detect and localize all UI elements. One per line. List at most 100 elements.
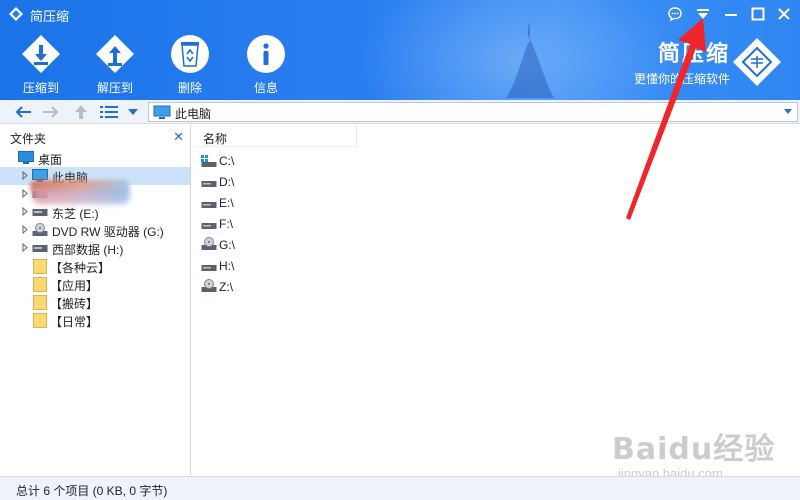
minimize-button[interactable] bbox=[718, 2, 744, 26]
menu-dropdown-button[interactable] bbox=[690, 2, 716, 26]
status-bar: 总计 6 个项目 (0 KB, 0 字节) bbox=[0, 476, 800, 500]
list-item-label: Z:\ bbox=[219, 280, 233, 294]
tree-item-label: 西部数据 (H:) bbox=[52, 243, 124, 257]
feedback-button[interactable] bbox=[662, 2, 688, 26]
watermark: Baidu经验 jingyan.baidu.com bbox=[612, 424, 775, 481]
delete-label: 删除 bbox=[177, 81, 202, 95]
close-button[interactable] bbox=[771, 2, 797, 26]
brand-logo-icon bbox=[733, 38, 781, 86]
tree-item-label: 桌面 bbox=[38, 153, 63, 167]
address-bar: 此电脑 bbox=[0, 100, 800, 124]
redacted-blur bbox=[32, 188, 130, 204]
tree-item-folder-work[interactable]: 【搬砖】 bbox=[0, 293, 190, 311]
list-item[interactable]: C:\ bbox=[195, 150, 395, 170]
list-item[interactable]: F:\ bbox=[195, 213, 395, 233]
tree-item-folder-cloud[interactable]: 【各种云】 bbox=[0, 257, 190, 275]
drive-icon bbox=[32, 209, 48, 216]
compress-to-button[interactable]: 压缩到 bbox=[13, 34, 69, 98]
maximize-button[interactable] bbox=[745, 2, 771, 26]
expand-arrow-icon[interactable] bbox=[22, 171, 28, 180]
tree-item-label: 【日常】 bbox=[50, 315, 99, 329]
forward-button[interactable] bbox=[40, 102, 62, 122]
up-arrow-icon bbox=[75, 105, 87, 119]
close-icon[interactable]: ✕ bbox=[173, 129, 184, 145]
list-item-label: C:\ bbox=[219, 154, 235, 168]
folder-panel-header: 文件夹 ✕ bbox=[0, 125, 190, 147]
forward-arrow-icon bbox=[43, 106, 59, 118]
info-button[interactable]: 信息 bbox=[238, 34, 294, 98]
recycle-bin-icon bbox=[171, 35, 209, 73]
list-item[interactable]: G:\ bbox=[195, 234, 395, 254]
file-list: 名称 C:\ D:\ E:\ F:\ G:\ H:\ Z:\ bbox=[195, 125, 800, 475]
tree-item-toshiba-e[interactable]: 东芝 (E:) bbox=[0, 203, 190, 221]
folder-panel: 文件夹 ✕ 桌面 此电脑 东芝 (E:) DVD RW 驱动器 (G:) 西部数… bbox=[0, 125, 191, 475]
compress-to-label: 压缩到 bbox=[22, 81, 59, 95]
watermark-main: Baidu经验 bbox=[612, 432, 776, 467]
list-item[interactable]: E:\ bbox=[195, 192, 395, 212]
computer-icon bbox=[153, 105, 171, 119]
tree-item-wd-h[interactable]: 西部数据 (H:) bbox=[0, 239, 190, 257]
feedback-icon bbox=[668, 7, 682, 22]
brand-slogan: 更懂你的压缩软件 bbox=[633, 72, 730, 86]
drive-icon bbox=[201, 265, 217, 271]
chevron-down-icon[interactable] bbox=[783, 108, 793, 115]
list-item[interactable]: Z:\ bbox=[195, 276, 395, 296]
list-item-label: F:\ bbox=[219, 217, 233, 231]
list-item-label: G:\ bbox=[219, 238, 236, 252]
compress-icon bbox=[22, 35, 60, 73]
tree-item-label: 【各种云】 bbox=[50, 261, 111, 275]
tree-item-dvd-g[interactable]: DVD RW 驱动器 (G:) bbox=[0, 221, 190, 239]
drive-icon bbox=[201, 202, 217, 208]
menu-dropdown-icon bbox=[697, 9, 709, 19]
drive-icon bbox=[201, 181, 217, 187]
list-item-label: E:\ bbox=[219, 196, 234, 210]
expand-arrow-icon[interactable] bbox=[22, 225, 28, 234]
view-mode-dropdown[interactable] bbox=[122, 102, 144, 122]
path-input[interactable]: 此电脑 bbox=[148, 102, 798, 122]
tree-item-label: 【搬砖】 bbox=[50, 297, 99, 311]
close-icon bbox=[778, 8, 790, 20]
folder-icon bbox=[33, 259, 47, 274]
minimize-icon bbox=[725, 14, 737, 16]
folder-icon bbox=[33, 277, 47, 292]
column-header-label: 名称 bbox=[203, 132, 228, 146]
tree-item-folder-daily[interactable]: 【日常】 bbox=[0, 311, 190, 329]
up-button[interactable] bbox=[70, 102, 92, 122]
info-label: 信息 bbox=[253, 81, 278, 95]
extract-to-button[interactable]: 解压到 bbox=[87, 34, 143, 98]
list-item[interactable]: H:\ bbox=[195, 255, 395, 275]
folder-icon bbox=[33, 295, 47, 310]
header-figure-decoration bbox=[506, 22, 554, 98]
extract-icon bbox=[96, 35, 134, 73]
list-item-label: H:\ bbox=[219, 259, 235, 273]
system-drive-icon bbox=[201, 155, 217, 167]
extract-to-label: 解压到 bbox=[96, 81, 133, 95]
tree-item-folder-apps[interactable]: 【应用】 bbox=[0, 275, 190, 293]
list-view-icon bbox=[100, 106, 118, 118]
desktop-icon bbox=[18, 151, 34, 164]
maximize-icon bbox=[751, 7, 765, 21]
tree-item-label: DVD RW 驱动器 (G:) bbox=[52, 225, 164, 239]
app-header: 简压缩 压缩到 解压到 删除 信息 简压缩 更懂你的压缩软件 bbox=[0, 0, 800, 100]
status-text: 总计 6 个项目 (0 KB, 0 字节) bbox=[16, 484, 168, 498]
brand: 简压缩 更懂你的压缩软件 bbox=[634, 42, 730, 87]
brand-name: 简压缩 bbox=[657, 41, 730, 66]
back-button[interactable] bbox=[12, 102, 34, 122]
app-title: 简压缩 bbox=[30, 9, 70, 24]
disc-drive-icon bbox=[32, 223, 48, 236]
tree-item-desktop[interactable]: 桌面 bbox=[0, 149, 190, 167]
info-icon bbox=[247, 35, 285, 73]
app-logo-icon bbox=[9, 7, 23, 21]
drive-icon bbox=[201, 223, 217, 229]
expand-arrow-icon[interactable] bbox=[22, 243, 28, 252]
view-mode-button[interactable] bbox=[98, 102, 120, 122]
folder-panel-title: 文件夹 bbox=[10, 132, 47, 146]
drive-icon bbox=[32, 245, 48, 252]
expand-arrow-icon[interactable] bbox=[22, 189, 28, 198]
list-item[interactable]: D:\ bbox=[195, 171, 395, 191]
chevron-down-icon bbox=[128, 109, 138, 115]
folder-icon bbox=[33, 313, 47, 328]
column-header-name[interactable]: 名称 bbox=[195, 125, 357, 147]
delete-button[interactable]: 删除 bbox=[162, 34, 218, 98]
expand-arrow-icon[interactable] bbox=[22, 207, 28, 216]
